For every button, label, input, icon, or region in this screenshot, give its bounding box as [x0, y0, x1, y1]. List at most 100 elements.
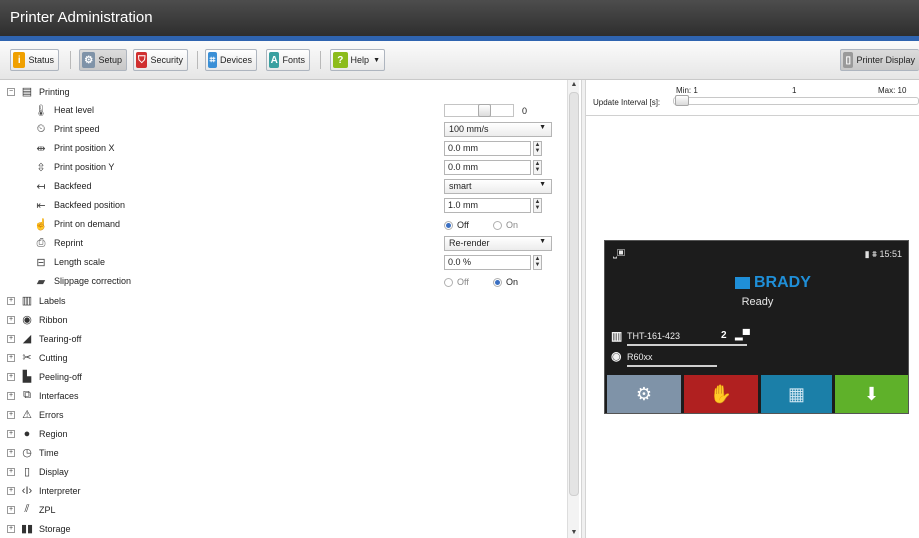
print-position-y-input[interactable]: 0.0 mm	[444, 160, 531, 175]
display-menu-button[interactable]: ▦	[761, 375, 832, 413]
labels-icon: ▥	[21, 295, 33, 307]
job-count: 2	[721, 330, 727, 341]
chevron-down-icon: ▼	[539, 238, 546, 245]
expand-icon[interactable]: +	[7, 296, 15, 305]
category-peeling-off[interactable]: + ▙ Peeling-off	[4, 367, 565, 386]
help-button[interactable]: ? Help ▼	[330, 49, 385, 71]
print-on-demand-off-radio[interactable]: Off	[444, 220, 469, 230]
fonts-button[interactable]: A Fonts	[266, 49, 310, 71]
select-value: 100 mm/s	[449, 124, 489, 134]
security-button[interactable]: ⛉ Security	[133, 49, 188, 71]
update-interval-slider[interactable]	[673, 97, 919, 105]
display-stop-button[interactable]: ✋	[684, 375, 758, 413]
zpl-icon: ⫽	[24, 503, 30, 515]
setting-label: Backfeed	[54, 181, 92, 191]
printer-display-button[interactable]: ▯ Printer Display	[840, 49, 919, 71]
setting-print-position-x: ⇹ Print position X 0.0 mm ▲ ▼	[4, 139, 565, 158]
category-display[interactable]: + ▯ Display	[4, 462, 565, 481]
tree-scrollbar[interactable]: ▲ ▼	[567, 80, 579, 538]
brand-logo: BRADY	[735, 274, 811, 292]
fonts-label: Fonts	[282, 55, 305, 65]
scroll-down-icon[interactable]: ▼	[569, 528, 579, 538]
expand-icon[interactable]: +	[7, 467, 15, 476]
print-position-x-input[interactable]: 0.0 mm	[444, 141, 531, 156]
category-storage[interactable]: + ▮▮ Storage	[4, 519, 565, 538]
printer-display-pane: Update Interval [s]: Min: 1 1 Max: 10 ⎵▣…	[586, 80, 919, 538]
radio-label: Off	[457, 277, 469, 287]
expand-icon[interactable]: +	[7, 410, 15, 419]
setting-label: Backfeed position	[54, 200, 126, 210]
category-errors[interactable]: + ⚠ Errors	[4, 405, 565, 424]
backfeed-position-input[interactable]: 1.0 mm	[444, 198, 531, 213]
scroll-up-icon[interactable]: ▲	[569, 80, 579, 90]
category-labels[interactable]: + ▥ Labels	[4, 291, 565, 310]
print-speed-select[interactable]: 100 mm/s ▼	[444, 122, 552, 137]
ribbon-roll-icon: ◉	[611, 349, 622, 363]
spinner-icon[interactable]: ▲ ▼	[533, 255, 542, 270]
expand-icon[interactable]: +	[7, 505, 15, 514]
position-y-icon: ⇳	[36, 161, 46, 174]
collapse-icon[interactable]: −	[7, 87, 15, 96]
category-cutting[interactable]: + ✂ Cutting	[4, 348, 565, 367]
job-name: THT-161-423	[627, 331, 681, 341]
fonts-icon: A	[269, 52, 280, 68]
scroll-thumb[interactable]	[569, 92, 579, 496]
printer-small-icon: ▂▀	[735, 330, 750, 341]
category-label: Ribbon	[39, 314, 68, 325]
category-label: Peeling-off	[39, 371, 82, 382]
display-feed-button[interactable]: ⬇	[835, 375, 908, 413]
select-value: Re-render	[449, 238, 490, 248]
spinner-icon[interactable]: ▲ ▼	[533, 160, 542, 175]
setting-backfeed: ↤ Backfeed smart ▼	[4, 177, 565, 196]
code-icon: ‹I›	[21, 484, 33, 497]
category-tearing-off[interactable]: + ◢ Tearing-off	[4, 329, 565, 348]
spinner-icon[interactable]: ▲ ▼	[533, 141, 542, 156]
expand-icon[interactable]: +	[7, 391, 15, 400]
print-on-demand-on-radio[interactable]: On	[493, 220, 518, 230]
expand-icon[interactable]: +	[7, 524, 15, 533]
radio-dot	[444, 220, 453, 230]
category-zpl[interactable]: + ⫽ ZPL	[4, 500, 565, 519]
devices-button[interactable]: ⌗ Devices	[205, 49, 257, 71]
setting-label: Reprint	[54, 238, 84, 248]
backfeed-select[interactable]: smart ▼	[444, 179, 552, 194]
category-printing[interactable]: − ▤ Printing	[4, 82, 565, 101]
expand-icon[interactable]: +	[7, 429, 15, 438]
expand-icon[interactable]: +	[7, 448, 15, 457]
category-label: ZPL	[39, 504, 56, 515]
expand-icon[interactable]: +	[7, 334, 15, 343]
chevron-down-icon: ▼	[539, 124, 546, 131]
ribbon-progress-bar	[627, 365, 717, 367]
slippage-off-radio[interactable]: Off	[444, 277, 469, 287]
expand-icon[interactable]: +	[7, 353, 15, 362]
expand-icon[interactable]: +	[7, 486, 15, 495]
category-label: Cutting	[39, 352, 68, 363]
category-interfaces[interactable]: + ⧉ Interfaces	[4, 386, 565, 405]
category-region[interactable]: + ● Region	[4, 424, 565, 443]
radio-dot	[444, 277, 453, 287]
length-scale-input[interactable]: 0.0 %	[444, 255, 531, 270]
setting-slippage-correction: ▰ Slippage correction Off On	[4, 272, 565, 291]
peel-icon: ▙	[22, 371, 32, 383]
backfeed-position-icon: ⇤	[36, 199, 46, 212]
setup-button[interactable]: ⚙ Setup	[79, 49, 127, 71]
category-interpreter[interactable]: + ‹I› Interpreter	[4, 481, 565, 500]
display-time: 15:51	[879, 249, 902, 259]
label-sensor-icon: ⎵▣	[613, 248, 625, 259]
category-ribbon[interactable]: + ◉ Ribbon	[4, 310, 565, 329]
category-time[interactable]: + ◷ Time	[4, 443, 565, 462]
update-interval-slider-handle[interactable]	[675, 95, 689, 106]
status-button[interactable]: i Status	[10, 49, 59, 71]
expand-icon[interactable]: +	[7, 315, 15, 324]
toolbar: i Status ⚙ Setup ⛉ Security ⌗ Devices A …	[0, 41, 919, 80]
security-label: Security	[150, 55, 183, 65]
setting-label: Slippage correction	[54, 276, 132, 286]
toolbar-separator	[320, 51, 321, 69]
spinner-icon[interactable]: ▲ ▼	[533, 198, 542, 213]
expand-icon[interactable]: +	[7, 372, 15, 381]
heat-level-slider-handle[interactable]	[478, 104, 491, 117]
reprint-select[interactable]: Re-render ▼	[444, 236, 552, 251]
display-settings-button[interactable]: ⚙	[607, 375, 681, 413]
warning-icon: ⚠	[22, 409, 32, 421]
slippage-on-radio[interactable]: On	[493, 277, 518, 287]
